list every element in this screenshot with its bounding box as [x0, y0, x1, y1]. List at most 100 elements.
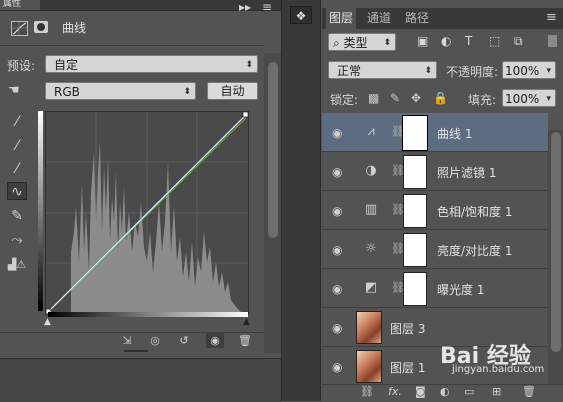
- reset-icon[interactable]: ↺: [175, 333, 193, 348]
- layer-name[interactable]: 曲线 1: [437, 125, 472, 142]
- white-point-slider-icon[interactable]: ▲: [243, 317, 250, 327]
- properties-scrollbar-thumb[interactable]: [268, 62, 278, 238]
- visibility-eye-icon[interactable]: ◉: [332, 204, 342, 218]
- pencil-draw-icon[interactable]: ✎: [7, 207, 27, 225]
- tab-paths[interactable]: 路径: [402, 8, 432, 29]
- resize-grip[interactable]: [124, 350, 148, 352]
- clipping-warning-icon[interactable]: ▟⚠: [7, 256, 27, 274]
- layer-name[interactable]: 亮度/对比度 1: [437, 242, 513, 259]
- filter-toggle-switch[interactable]: [548, 35, 557, 47]
- layer-row-hue-saturation[interactable]: [322, 191, 548, 230]
- tab-properties[interactable]: 属性: [0, 0, 40, 10]
- chevron-down-icon: ▾: [546, 94, 551, 104]
- curves-adjustment-icon: [11, 21, 28, 36]
- mask-icon[interactable]: [34, 21, 48, 33]
- visibility-eye-icon[interactable]: ◉: [206, 333, 224, 348]
- lock-position-move-icon[interactable]: ✥: [411, 91, 421, 105]
- chevron-updown-icon: ⬍: [183, 87, 191, 97]
- black-point-slider-icon[interactable]: ▲: [44, 317, 51, 327]
- shape-filter-icon[interactable]: ⬚: [489, 34, 500, 48]
- layers-tab-bar: [322, 8, 563, 29]
- layer-row-brightness-contrast[interactable]: [322, 230, 548, 269]
- visibility-eye-icon[interactable]: ◉: [332, 321, 342, 335]
- layer-mask-thumbnail[interactable]: [403, 233, 427, 267]
- watermark-site: jingyan.baidu.com: [452, 364, 545, 375]
- visibility-eye-icon[interactable]: ◉: [332, 165, 342, 179]
- layer-mask-thumbnail[interactable]: [402, 115, 428, 151]
- fill-input[interactable]: 100% ▾: [502, 89, 556, 107]
- type-filter-icon[interactable]: T: [465, 34, 472, 48]
- clip-to-layer-icon[interactable]: ⇲: [118, 333, 136, 348]
- divider: [0, 45, 264, 46]
- opacity-label: 不透明度:: [446, 65, 499, 79]
- layer-mask-thumbnail[interactable]: [403, 272, 427, 306]
- tab-layers[interactable]: 图层: [326, 8, 357, 29]
- link-layers-icon[interactable]: ⛓: [360, 385, 374, 398]
- filter-kind-value: 类型: [343, 36, 368, 50]
- layers-scrollbar-thumb[interactable]: [551, 132, 561, 352]
- new-group-folder-icon[interactable]: ▭: [464, 385, 474, 398]
- layer-row-photo-filter[interactable]: [322, 152, 548, 191]
- layer-image-thumbnail[interactable]: [356, 311, 382, 344]
- sample-gray-eyedropper-icon[interactable]: ⁄: [7, 137, 27, 155]
- layer-name[interactable]: 色相/饱和度 1: [437, 203, 513, 220]
- new-layer-icon[interactable]: ⊞: [492, 385, 501, 398]
- smooth-curve-icon[interactable]: ⤳: [7, 231, 27, 249]
- lock-all-icon[interactable]: 🔒: [433, 91, 448, 105]
- layer-mask-thumbnail[interactable]: [403, 155, 427, 189]
- sample-black-eyedropper-icon[interactable]: ⁄: [7, 113, 27, 131]
- fill-value: 100%: [505, 92, 540, 106]
- visibility-eye-icon[interactable]: ◉: [332, 360, 342, 374]
- layer-row-exposure[interactable]: [322, 269, 548, 308]
- auto-button[interactable]: 自动: [207, 82, 258, 100]
- lock-transparent-icon[interactable]: ▩: [368, 91, 379, 105]
- visibility-eye-icon[interactable]: ◉: [332, 243, 342, 257]
- layer-name[interactable]: 图层 1: [390, 359, 425, 376]
- exposure-layer-icon: ◩: [364, 280, 378, 295]
- output-gradient-bar: [38, 111, 43, 311]
- filter-kind-select[interactable]: ⌕ 类型 ⬍: [328, 33, 396, 51]
- channel-select[interactable]: RGB ⬍: [45, 82, 196, 100]
- panel-menu-icon[interactable]: ≡: [262, 0, 272, 14]
- search-icon: ⌕: [333, 36, 344, 50]
- delete-layer-trash-icon[interactable]: 🗑: [522, 385, 536, 398]
- tab-channels[interactable]: 通道: [364, 8, 394, 29]
- layer-mask-thumbnail[interactable]: [403, 194, 427, 228]
- layer-image-thumbnail[interactable]: [356, 350, 382, 383]
- add-mask-icon[interactable]: ◙: [415, 385, 426, 398]
- on-image-adjust-icon[interactable]: ☚: [8, 83, 20, 98]
- preset-select[interactable]: 自定 ⬍: [45, 55, 258, 73]
- panel-menu-icon[interactable]: ≡: [546, 10, 557, 25]
- view-previous-state-icon[interactable]: ◎: [146, 333, 164, 348]
- chevron-updown-icon: ⬍: [245, 60, 253, 70]
- layer-name[interactable]: 照片滤镜 1: [437, 164, 496, 181]
- curve-edit-icon[interactable]: ∿: [7, 182, 27, 200]
- sample-white-eyedropper-icon[interactable]: ⁄: [7, 160, 27, 178]
- visibility-eye-icon[interactable]: ◉: [332, 126, 342, 140]
- delete-trash-icon[interactable]: 🗑: [236, 333, 254, 348]
- blend-mode-select[interactable]: 正常 ⬍: [328, 61, 437, 79]
- pixel-filter-icon[interactable]: ▣: [417, 34, 428, 48]
- layer-row-curves[interactable]: [322, 113, 548, 152]
- preset-label: 预设:: [7, 59, 36, 73]
- layer-style-fx-icon[interactable]: fx.: [388, 385, 402, 398]
- adjustment-filter-icon[interactable]: ◐: [441, 34, 451, 48]
- blend-mode-value: 正常: [337, 64, 362, 78]
- preset-value: 自定: [54, 58, 79, 72]
- chevron-updown-icon: ⬍: [424, 66, 432, 76]
- layer-name[interactable]: 图层 3: [390, 320, 425, 337]
- visibility-eye-icon[interactable]: ◉: [332, 282, 342, 296]
- collapse-icon[interactable]: ▸▸: [239, 0, 251, 14]
- lock-image-brush-icon[interactable]: ✎: [390, 91, 400, 105]
- chevron-updown-icon: ⬍: [383, 38, 391, 48]
- new-adjustment-icon[interactable]: ◐: [440, 385, 450, 398]
- cube-3d-icon[interactable]: ❖: [290, 6, 312, 24]
- histogram: [71, 142, 248, 314]
- opacity-value: 100%: [505, 64, 540, 78]
- smart-object-filter-icon[interactable]: ⧉: [514, 34, 523, 49]
- opacity-input[interactable]: 100% ▾: [502, 61, 556, 79]
- curves-graph[interactable]: [45, 111, 249, 315]
- layer-name[interactable]: 曝光度 1: [437, 281, 484, 298]
- curve-point-white: [242, 112, 248, 118]
- channel-value: RGB: [54, 85, 80, 99]
